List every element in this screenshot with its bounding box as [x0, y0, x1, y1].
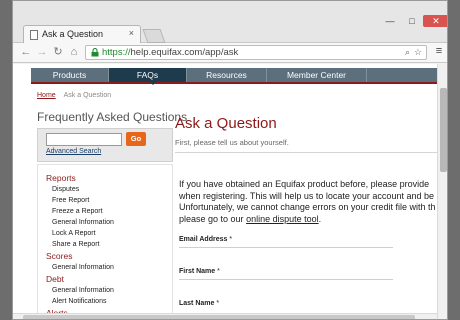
browser-tab[interactable]: Ask a Question ×	[23, 25, 141, 44]
reload-icon[interactable]: ↻	[51, 45, 65, 59]
title-divider	[175, 152, 439, 153]
browser-window: Ask a Question × — □ ✕ ← → ↻ ⌂ https://h…	[12, 0, 448, 320]
sidebar-link-alert-notifications[interactable]: Alert Notifications	[52, 298, 106, 305]
sidebar-category-debt[interactable]: Debt	[46, 274, 64, 284]
first-name-field-label: First Name *	[179, 268, 220, 275]
arrow-left-icon[interactable]: ←	[19, 45, 33, 59]
tab-bar: Ask a Question × — □ ✕	[13, 1, 447, 44]
sidebar-link-free-report[interactable]: Free Report	[52, 197, 89, 204]
intro-line: If you have obtained an Equifax product …	[179, 179, 430, 189]
close-tab-icon[interactable]: ×	[129, 28, 134, 38]
browser-toolbar: ← → ↻ ⌂ https://help.equifax.com/app/ask…	[13, 43, 447, 63]
faq-search-box: Go Advanced Search	[37, 128, 173, 162]
tab-title: Ask a Question	[42, 29, 104, 39]
last-name-field-label: Last Name *	[179, 300, 220, 307]
vertical-scrollbar[interactable]	[437, 64, 447, 319]
sidebar-link-freeze-report[interactable]: Freeze a Report	[52, 208, 103, 215]
sidebar-link-share-report[interactable]: Share a Report	[52, 241, 99, 248]
sidebar-link-disputes[interactable]: Disputes	[52, 186, 79, 193]
nav-faqs[interactable]: FAQs	[109, 68, 187, 82]
horizontal-scrollbar[interactable]	[13, 313, 437, 319]
sidebar-category-scores[interactable]: Scores	[46, 251, 72, 261]
advanced-search-link[interactable]: Advanced Search	[46, 148, 101, 155]
page-subtitle: First, please tell us about yourself.	[175, 138, 289, 147]
intro-line: please go to our online dispute tool.	[179, 213, 322, 224]
intro-text: If you have obtained an Equifax product …	[179, 179, 443, 225]
hamburger-menu-icon[interactable]: ≡	[433, 45, 445, 59]
breadcrumb-home-link[interactable]: Home	[37, 92, 56, 99]
intro-line: when registering. This will help us to l…	[179, 190, 434, 201]
nav-member-center[interactable]: Member Center	[267, 68, 367, 82]
lock-icon	[91, 48, 99, 57]
faq-search-input[interactable]	[46, 133, 122, 146]
sidebar-link-general-information[interactable]: General Information	[52, 219, 114, 226]
breadcrumb-current: Ask a Question	[63, 92, 112, 99]
url-text: https://help.equifax.com/app/ask	[102, 47, 239, 58]
arrow-right-icon[interactable]: →	[35, 45, 49, 59]
close-window-icon[interactable]: ✕	[423, 15, 447, 27]
sidebar-category-reports[interactable]: Reports	[46, 173, 76, 183]
star-icon[interactable]: ☆	[414, 47, 422, 58]
intro-line: Unfortunately, we cannot change errors o…	[179, 202, 436, 212]
minimize-icon[interactable]: —	[383, 15, 397, 27]
horizontal-scroll-thumb[interactable]	[23, 315, 415, 319]
faq-category-nav: Reports Disputes Free Report Freeze a Re…	[37, 164, 173, 319]
page-viewport: Products FAQs Resources Member Center Ho…	[13, 64, 447, 319]
maximize-icon[interactable]: □	[405, 15, 419, 27]
email-field[interactable]	[179, 247, 393, 248]
sidebar-link-lock-report[interactable]: Lock A Report	[52, 230, 96, 237]
new-tab-button[interactable]	[142, 29, 166, 43]
first-name-field[interactable]	[179, 279, 393, 280]
sidebar-link-scores-general[interactable]: General Information	[52, 264, 114, 271]
go-button[interactable]: Go	[126, 132, 146, 146]
online-dispute-tool-link[interactable]: online dispute tool	[246, 214, 319, 224]
vertical-scroll-thumb[interactable]	[440, 88, 447, 172]
page-icon	[30, 30, 38, 40]
sidebar-heading: Frequently Asked Questions	[37, 110, 188, 124]
page-title: Ask a Question	[175, 115, 277, 132]
main-nav: Products FAQs Resources Member Center	[31, 68, 439, 85]
home-icon[interactable]: ⌂	[67, 45, 81, 59]
sidebar-link-debt-general[interactable]: General Information	[52, 287, 114, 294]
breadcrumb: Home Ask a Question	[37, 92, 111, 99]
email-field-label: Email Address *	[179, 236, 233, 243]
nav-products[interactable]: Products	[31, 68, 109, 82]
zoom-icon[interactable]: ⌕	[405, 47, 410, 58]
address-bar[interactable]: https://help.equifax.com/app/ask ⌕ ☆	[85, 45, 427, 60]
active-nav-caret	[149, 81, 157, 85]
nav-resources[interactable]: Resources	[187, 68, 267, 82]
